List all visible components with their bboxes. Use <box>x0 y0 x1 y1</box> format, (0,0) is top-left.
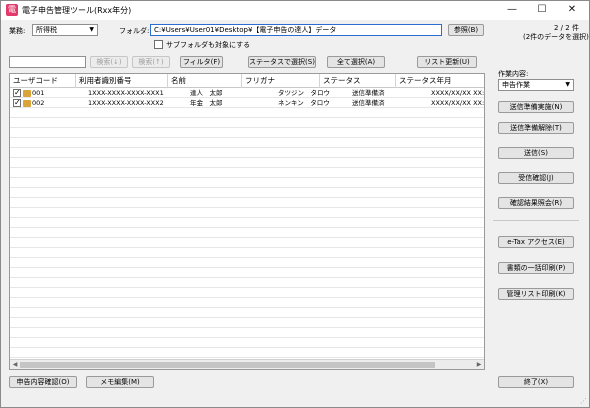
column-header-furigana[interactable]: フリガナ <box>242 74 320 88</box>
empty-row <box>10 349 484 358</box>
table-row[interactable]: 002 1XXX-XXXX-XXXX-XXX2 年金 太郎 ネンキン タロウ 送… <box>10 98 485 108</box>
empty-row <box>10 239 484 248</box>
browse-button[interactable]: 参照(B) <box>448 24 484 36</box>
horizontal-scrollbar[interactable]: ◀ ▶ <box>10 359 484 369</box>
panel-divider <box>493 220 579 221</box>
empty-row <box>10 169 484 178</box>
check-receipt-button[interactable]: 受信確認(J) <box>498 172 574 184</box>
view-results-button[interactable]: 確認結果照会(R) <box>498 197 574 209</box>
folder-label: フォルダ: <box>119 27 150 35</box>
row-status-date: XXXX/XX/XX XX:XX <box>431 99 485 107</box>
selected-count: (2件のデータを選択) <box>523 33 589 41</box>
chevron-down-icon: ▼ <box>89 26 94 33</box>
maximize-button[interactable]: ☐ <box>527 1 557 20</box>
row-furigana: タツジン タロウ <box>278 89 330 97</box>
empty-row <box>10 179 484 188</box>
search-up-button[interactable]: 検索(↑) <box>132 56 170 68</box>
empty-row <box>10 139 484 148</box>
row-user-code: 002 <box>32 99 45 107</box>
work-content-select-value: 申告作業 <box>502 81 530 89</box>
app-window: 電 電子申告管理ツール(Rxx年分) — ☐ ✕ 業務: 所得税 ▼ フォルダ:… <box>0 0 590 408</box>
empty-row <box>10 119 484 128</box>
title-bar: 電 電子申告管理ツール(Rxx年分) — ☐ ✕ <box>1 1 589 20</box>
empty-row <box>10 279 484 288</box>
business-select-value: 所得税 <box>36 26 57 34</box>
search-down-button[interactable]: 検索(↓) <box>90 56 128 68</box>
prepare-send-button[interactable]: 送信準備実施(N) <box>498 101 574 113</box>
etax-access-button[interactable]: e-Tax アクセス(E) <box>498 236 574 248</box>
work-content-label: 作業内容: <box>498 70 529 78</box>
empty-row <box>10 229 484 238</box>
select-all-button[interactable]: 全て選択(A) <box>327 56 385 68</box>
print-list-button[interactable]: 管理リスト印刷(K) <box>498 288 574 300</box>
row-status-date: XXXX/XX/XX XX:XX <box>431 89 485 97</box>
empty-row <box>10 319 484 328</box>
empty-row <box>10 299 484 308</box>
row-furigana: ネンキン タロウ <box>278 99 330 107</box>
minimize-button[interactable]: — <box>497 1 527 20</box>
search-input[interactable] <box>9 56 86 68</box>
column-header-id-number[interactable]: 利用者識別番号 <box>76 74 168 88</box>
row-id-number: 1XXX-XXXX-XXXX-XXX2 <box>88 99 164 107</box>
table-row[interactable]: 001 1XXX-XXXX-XXXX-XXX1 達人 太郎 タツジン タロウ 送… <box>10 88 485 98</box>
close-button[interactable]: ✕ <box>557 1 587 20</box>
column-header-status-date[interactable]: ステータス年月 <box>396 74 484 88</box>
business-select[interactable]: 所得税 ▼ <box>32 24 98 36</box>
window-title: 電子申告管理ツール(Rxx年分) <box>22 6 132 15</box>
confirm-content-button[interactable]: 申告内容確認(O) <box>9 376 77 388</box>
data-grid[interactable]: ユーザコード 利用者識別番号 名前 フリガナ ステータス ステータス年月 001… <box>9 73 485 370</box>
empty-row <box>10 289 484 298</box>
column-header-name[interactable]: 名前 <box>168 74 242 88</box>
empty-row <box>10 249 484 258</box>
empty-row <box>10 149 484 158</box>
row-user-code: 001 <box>32 89 45 97</box>
memo-edit-button[interactable]: メモ編集(M) <box>86 376 154 388</box>
row-name: 達人 太郎 <box>190 89 223 97</box>
status-select-button[interactable]: ステータスで選択(S) <box>248 56 316 68</box>
row-status: 送信準備済 <box>352 89 385 97</box>
resize-grip-icon[interactable]: ⋰ <box>580 397 587 405</box>
send-button[interactable]: 送信(S) <box>498 147 574 159</box>
empty-row <box>10 189 484 198</box>
row-checkbox[interactable] <box>13 98 21 107</box>
filter-button[interactable]: フィルタ(F) <box>180 56 223 68</box>
column-header-user-code[interactable]: ユーザコード <box>10 74 76 88</box>
row-id-number: 1XXX-XXXX-XXXX-XXX1 <box>88 89 164 97</box>
empty-row <box>10 109 484 118</box>
empty-row <box>10 259 484 268</box>
print-documents-button[interactable]: 書類の一括印刷(P) <box>498 262 574 274</box>
refresh-list-button[interactable]: リスト更新(U) <box>417 56 477 68</box>
scrollbar-thumb[interactable] <box>20 362 435 368</box>
app-icon: 電 <box>6 4 18 16</box>
empty-row <box>10 199 484 208</box>
folder-path-field[interactable]: C:¥Users¥User01¥Desktop¥【電子申告の達人】データ <box>150 24 442 36</box>
column-header-status[interactable]: ステータス <box>320 74 396 88</box>
exit-button[interactable]: 終了(X) <box>498 376 574 388</box>
empty-row <box>10 159 484 168</box>
empty-row <box>10 269 484 278</box>
grid-header: ユーザコード 利用者識別番号 名前 フリガナ ステータス ステータス年月 <box>10 74 484 88</box>
empty-row <box>10 309 484 318</box>
row-checkbox[interactable] <box>13 88 21 97</box>
scroll-left-icon[interactable]: ◀ <box>10 360 20 369</box>
empty-row <box>10 339 484 348</box>
row-name: 年金 太郎 <box>190 99 223 107</box>
empty-row <box>10 329 484 338</box>
empty-row <box>10 209 484 218</box>
empty-row <box>10 219 484 228</box>
business-label: 業務: <box>9 27 26 35</box>
subfolder-checkbox-label: サブフォルダも対象にする <box>166 41 251 49</box>
subfolder-checkbox[interactable] <box>154 40 163 49</box>
scroll-right-icon[interactable]: ▶ <box>474 360 484 369</box>
row-status: 送信準備済 <box>352 99 385 107</box>
empty-row <box>10 129 484 138</box>
chevron-down-icon: ▼ <box>565 81 570 88</box>
cancel-prepare-button[interactable]: 送信準備解除(T) <box>498 122 574 134</box>
work-content-select[interactable]: 申告作業 ▼ <box>498 79 574 91</box>
